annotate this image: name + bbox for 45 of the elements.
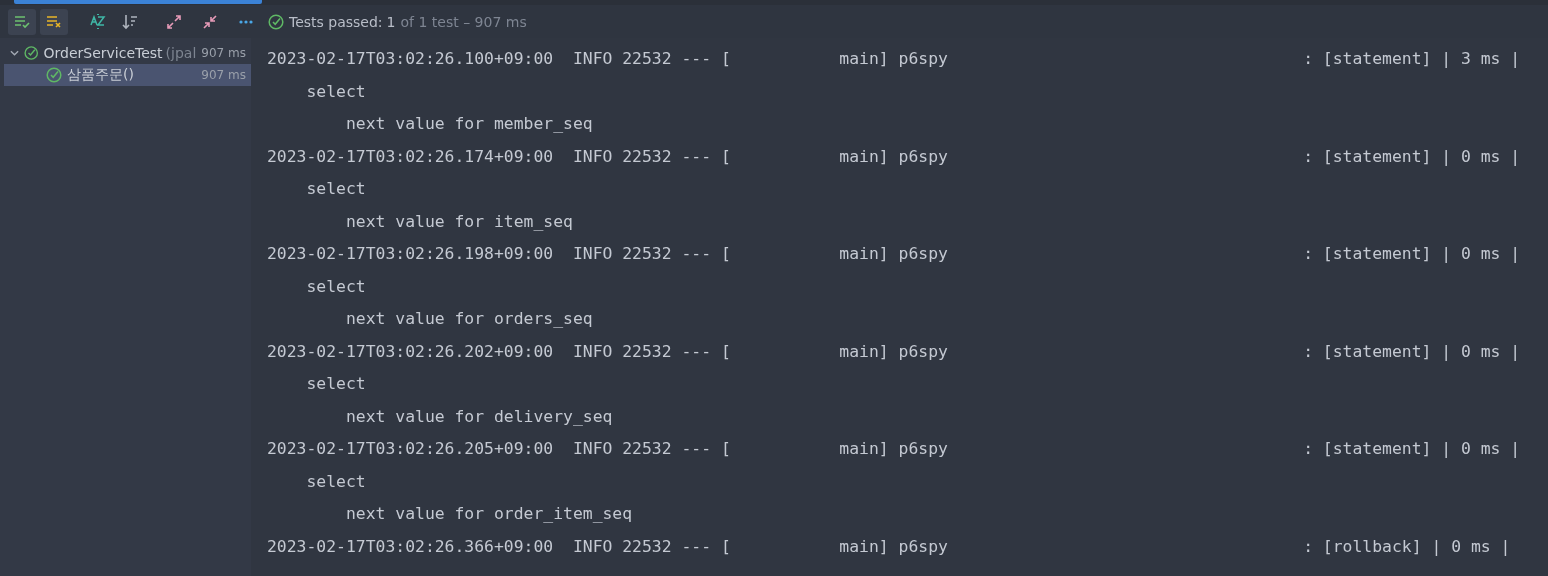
passed-icon <box>24 45 39 61</box>
sql-line: next value for orders_seq <box>345 309 593 328</box>
toolbar-button[interactable] <box>8 8 36 35</box>
sort-duration-icon <box>122 13 138 30</box>
sql-line: next value for item_seq <box>345 211 573 231</box>
sql-line: select <box>306 471 366 491</box>
sql-line: select <box>306 81 366 101</box>
passed-count: 1 <box>386 13 396 30</box>
passed-icon <box>268 13 284 30</box>
test-package-hint: (jpal <box>165 45 197 61</box>
test-name: OrderServiceTest <box>43 45 163 61</box>
test-duration: 907 ms <box>201 68 246 82</box>
test-name: 삼품주문() <box>67 66 134 84</box>
sql-line: select <box>306 179 366 198</box>
chevron-icon[interactable] <box>10 48 20 58</box>
sql-line: select <box>306 276 366 296</box>
log-header: 2023-02-17T03:02:26.205+09:00 INFO 22532 --- [ main] p6spy <box>267 439 948 458</box>
expand-icon <box>166 13 182 30</box>
sql-line: next value for delivery_seq <box>345 406 613 426</box>
log-event: : [statement] | 0 ms | <box>1303 244 1521 263</box>
test-tree-row[interactable]: OrderServiceTest (jpal 907 ms <box>4 42 251 64</box>
toolbar-button[interactable] <box>40 8 68 35</box>
status-summary: of 1 test – 907 ms <box>400 13 527 30</box>
log-event: : [rollback] | 0 ms | <box>1303 536 1511 556</box>
passed-icon <box>46 67 62 83</box>
log-event: : [statement] | 0 ms | <box>1303 439 1521 458</box>
sql-line: next value for order_item_seq <box>345 504 633 523</box>
collapse-icon <box>202 13 218 30</box>
sort-alpha-icon <box>90 13 106 30</box>
log-header: 2023-02-17T03:02:26.202+09:00 INFO 22532 --- [ main] p6spy <box>267 341 948 361</box>
log-header: 2023-02-17T03:02:26.100+09:00 INFO 22532 --- [ main] p6spy <box>267 49 948 68</box>
more-icon <box>239 19 253 24</box>
log-header: 2023-02-17T03:02:26.198+09:00 INFO 22532 --- [ main] p6spy <box>267 244 948 263</box>
test-tree-row[interactable]: 삼품주문() 907 ms <box>4 64 251 86</box>
passed-filter-icon <box>14 14 30 29</box>
log-header: 2023-02-17T03:02:26.174+09:00 INFO 22532 --- [ main] p6spy <box>267 146 948 166</box>
sql-line: next value for member_seq <box>345 114 593 133</box>
log-event: : [statement] | 0 ms | <box>1303 146 1521 166</box>
log-event: : [statement] | 0 ms | <box>1303 341 1521 361</box>
ignored-filter-icon <box>46 14 62 29</box>
sql-line: select <box>306 374 366 393</box>
test-duration: 907 ms <box>201 46 246 60</box>
status-label: Tests passed: <box>289 13 383 30</box>
log-event: : [statement] | 3 ms | <box>1303 49 1521 68</box>
log-header: 2023-02-17T03:02:26.366+09:00 INFO 22532 --- [ main] p6spy <box>267 536 948 556</box>
